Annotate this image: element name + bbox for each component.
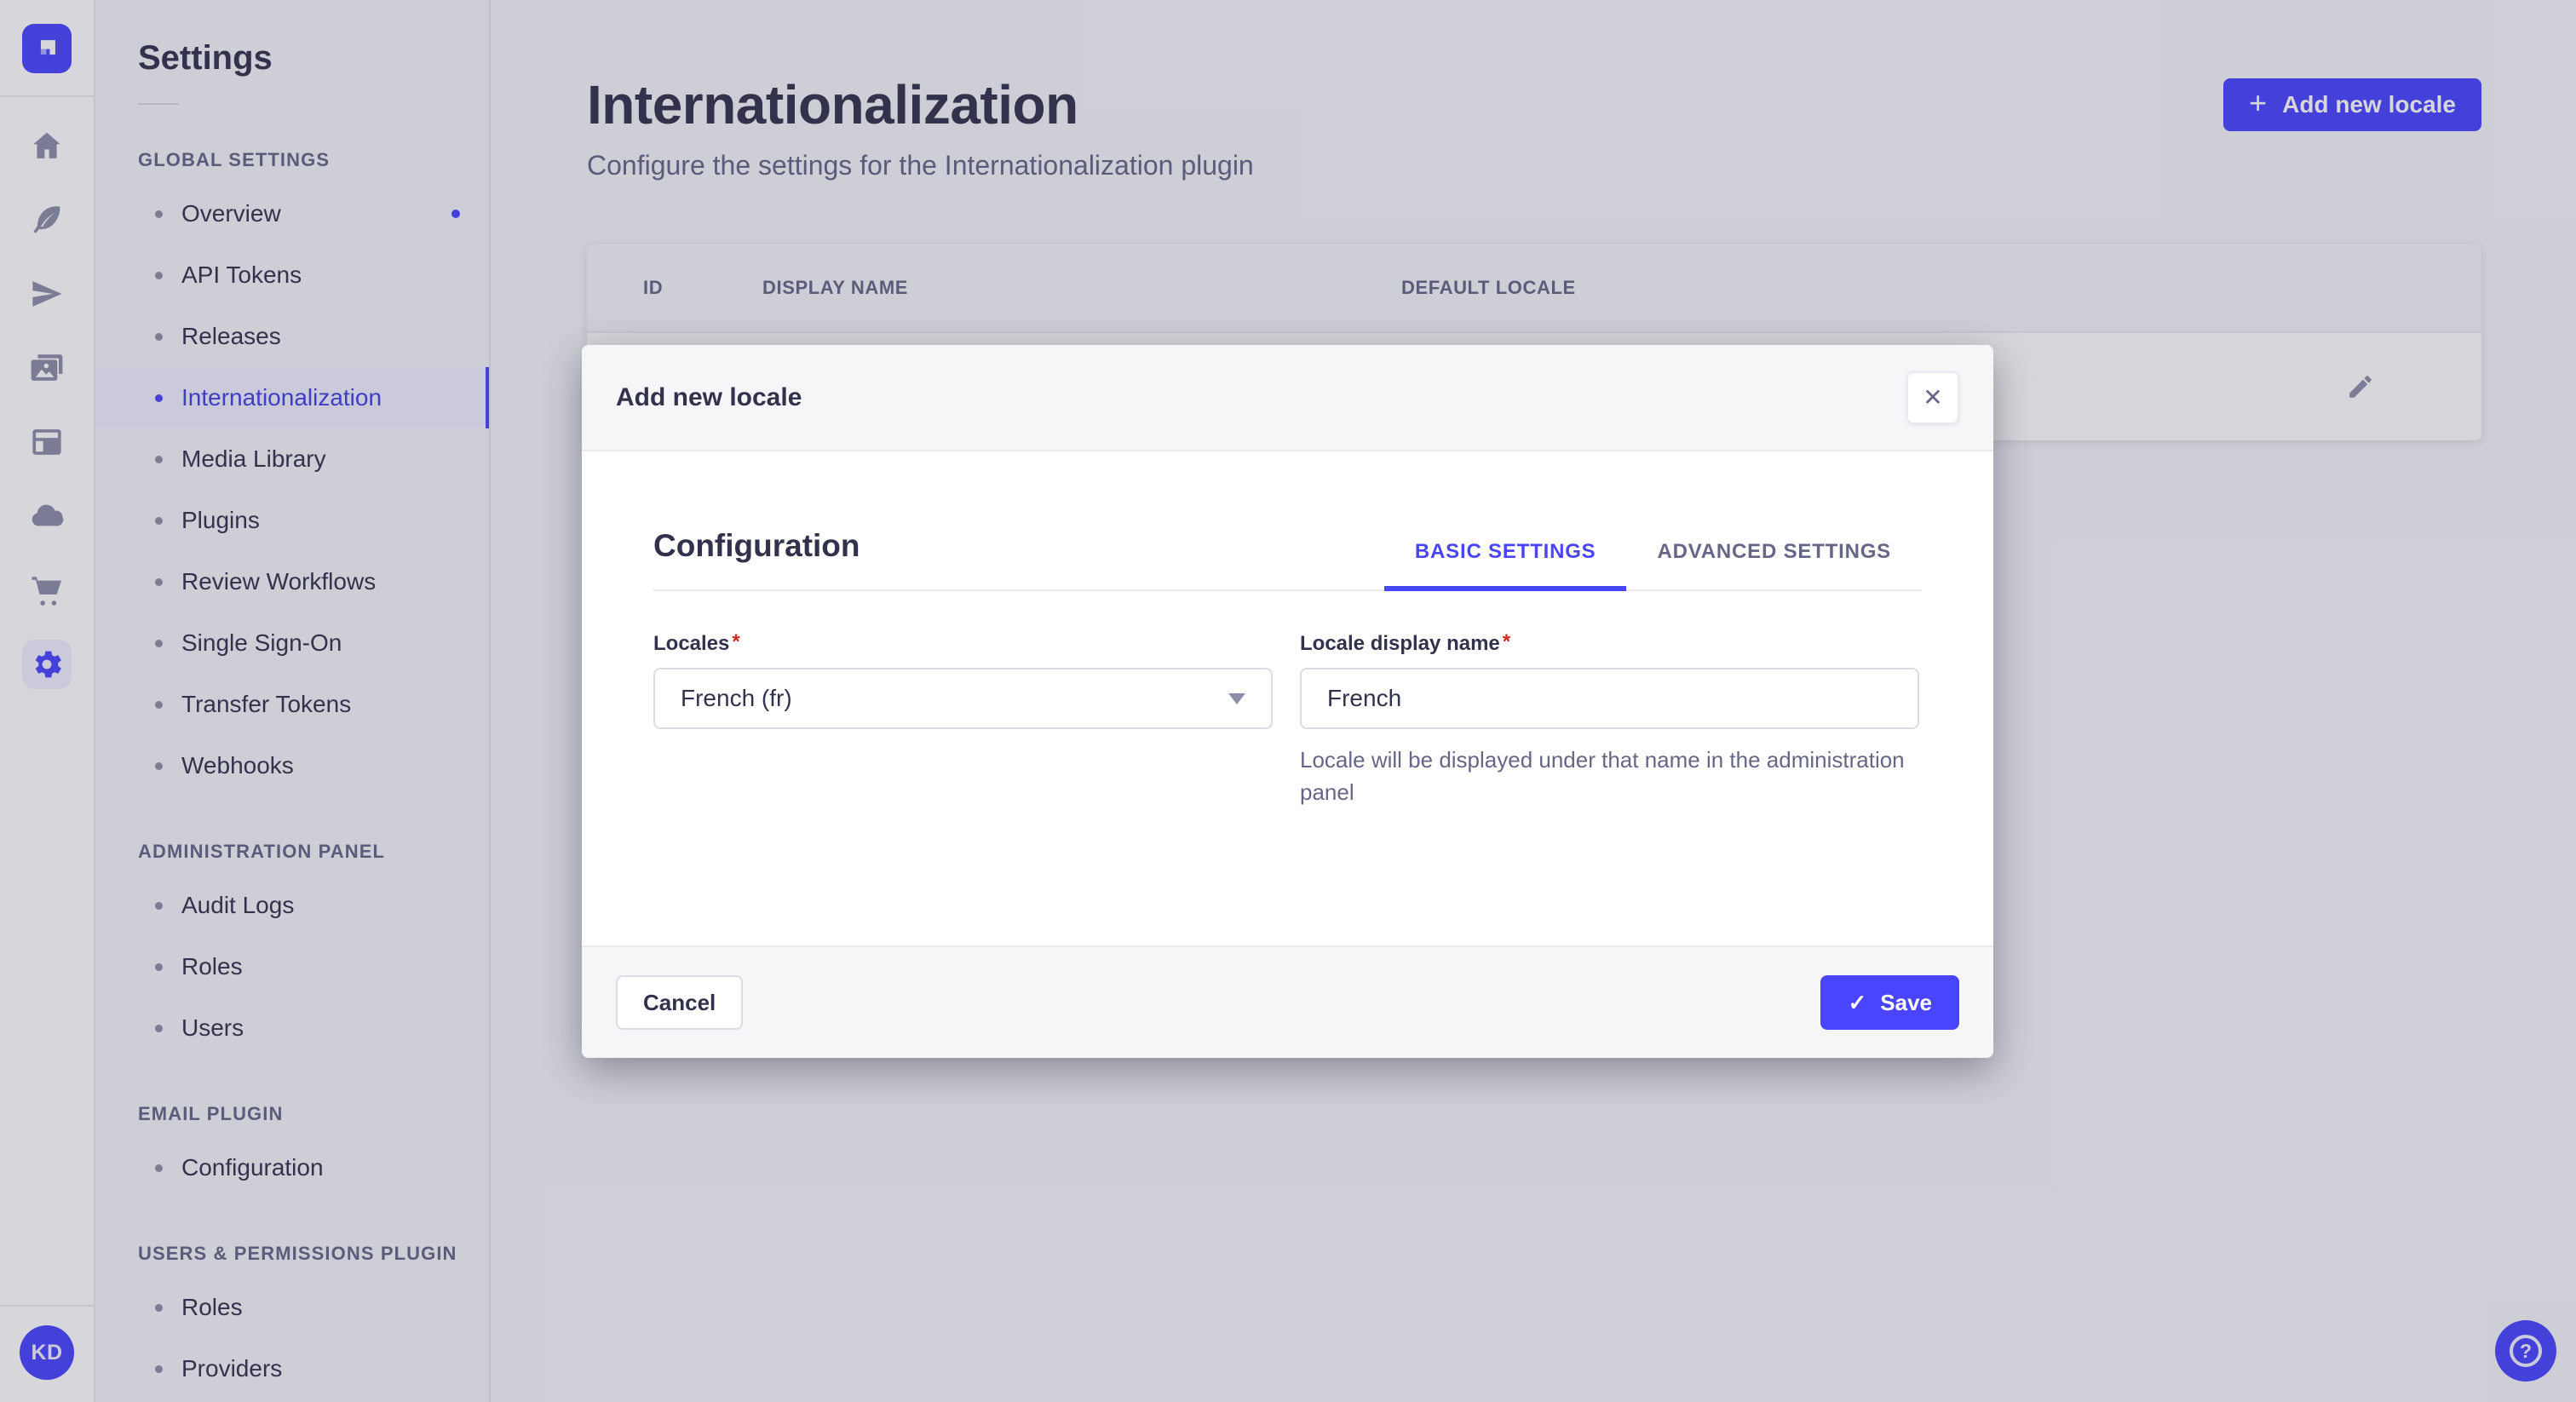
modal-title: Add new locale <box>616 382 802 411</box>
check-icon: ✓ <box>1848 989 1867 1015</box>
modal-body: Configuration BASIC SETTINGS ADVANCED SE… <box>582 451 1993 945</box>
required-marker: * <box>732 630 740 653</box>
form-fields: Locales * French (fr) Locale display name… <box>653 630 1922 808</box>
configuration-header: Configuration BASIC SETTINGS ADVANCED SE… <box>653 528 1922 591</box>
add-locale-modal: Add new locale ✕ Configuration BASIC SET… <box>582 345 1993 1058</box>
tab-advanced-settings[interactable]: ADVANCED SETTINGS <box>1626 540 1922 591</box>
caret-down-icon <box>1228 692 1245 704</box>
display-name-label: Locale display name * <box>1300 630 1511 655</box>
close-button[interactable]: ✕ <box>1906 371 1959 424</box>
display-name-input[interactable] <box>1300 668 1919 729</box>
locales-select[interactable]: French (fr) <box>653 668 1273 729</box>
required-marker: * <box>1502 630 1511 653</box>
settings-tabs: BASIC SETTINGS ADVANCED SETTINGS <box>1383 540 1922 591</box>
save-button-label: Save <box>1880 989 1932 1015</box>
locales-label: Locales * <box>653 630 740 655</box>
save-button[interactable]: ✓ Save <box>1820 975 1959 1030</box>
modal-footer: Cancel ✓ Save <box>582 945 1993 1058</box>
cancel-button[interactable]: Cancel <box>616 975 744 1030</box>
display-name-hint: Locale will be displayed under that name… <box>1300 747 1905 805</box>
tab-basic-settings[interactable]: BASIC SETTINGS <box>1383 540 1627 591</box>
close-icon: ✕ <box>1923 384 1943 411</box>
display-name-field: Locale display name* Locale will be disp… <box>1300 630 1919 808</box>
configuration-title: Configuration <box>653 528 860 563</box>
display-name-label-text: Locale display name <box>1300 632 1500 655</box>
locales-field: Locales * French (fr) <box>653 630 1273 808</box>
modal-header: Add new locale ✕ <box>582 345 1993 451</box>
locales-select-value: French (fr) <box>681 685 792 711</box>
locales-label-text: Locales <box>653 632 730 655</box>
